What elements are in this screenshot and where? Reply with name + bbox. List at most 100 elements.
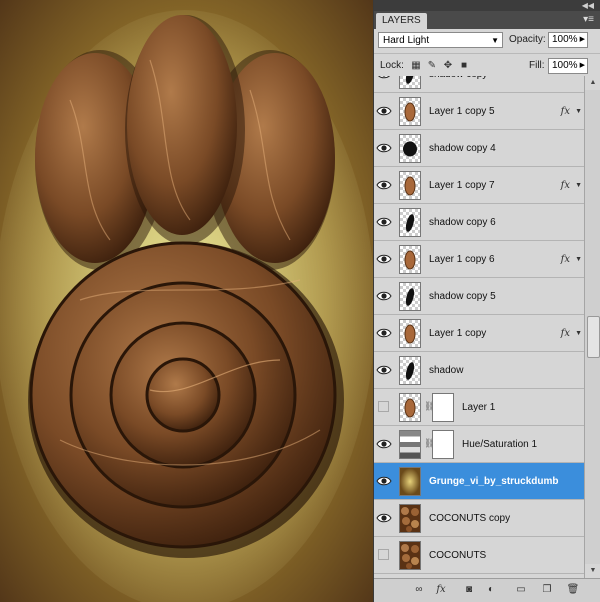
effects-expand-icon[interactable]: ▼ [575, 167, 582, 204]
effects-expand-icon[interactable]: ▼ [575, 93, 582, 130]
layer-mask-thumbnail[interactable] [432, 393, 454, 422]
layer-row[interactable]: Layer 1 copy 7 fx ▼ [374, 167, 584, 204]
eye-icon[interactable] [376, 325, 392, 341]
new-layer-icon[interactable]: ❐ [540, 583, 554, 597]
document-canvas[interactable] [0, 0, 373, 602]
layer-row[interactable]: shadow copy 6 [374, 204, 584, 241]
adjustment-icon[interactable]: ◐ [484, 583, 498, 597]
visibility-toggle[interactable] [378, 549, 389, 560]
layer-thumbnail[interactable] [399, 97, 421, 126]
eye-icon[interactable] [376, 473, 392, 489]
layer-row[interactable]: Layer 1 copy 5 fx ▼ [374, 93, 584, 130]
layer-thumbnail[interactable] [399, 134, 421, 163]
panel-footer: ∞ fx ◙ ◐ ▭ ❐ 🗑 [374, 578, 600, 602]
fx-icon[interactable]: fx [561, 93, 570, 130]
layer-thumbnail[interactable] [399, 504, 421, 533]
layer-row[interactable]: Layer 1 copy fx ▼ [374, 315, 584, 352]
fx-icon[interactable]: fx [561, 315, 570, 352]
eye-icon[interactable] [376, 288, 392, 304]
layer-name[interactable]: shadow copy 4 [429, 130, 496, 167]
layer-row[interactable]: COCONUTS copy [374, 500, 584, 537]
effects-expand-icon[interactable]: ▼ [575, 315, 582, 352]
lock-move-icon[interactable]: ✥ [442, 60, 454, 72]
link-layers-icon[interactable]: ∞ [412, 583, 426, 597]
layer-name[interactable]: Layer 1 copy 5 [429, 93, 495, 130]
fill-label: Fill: [529, 60, 545, 71]
layer-row[interactable]: shadow copy 4 [374, 130, 584, 167]
eye-icon[interactable] [376, 103, 392, 119]
eye-icon[interactable] [376, 436, 392, 452]
layer-thumbnail[interactable] [399, 356, 421, 385]
scroll-down-icon[interactable]: ▼ [585, 564, 600, 578]
layer-thumbnail[interactable] [399, 430, 421, 459]
panel-top-strip: ◀◀ [374, 0, 600, 11]
trash-icon[interactable]: 🗑 [566, 583, 580, 597]
layer-name[interactable]: Grunge_vi_by_struckdumb [429, 463, 558, 500]
layer-thumbnail[interactable] [399, 245, 421, 274]
visibility-toggle[interactable] [378, 401, 389, 412]
scrollbar-thumb[interactable] [587, 316, 600, 358]
layer-name[interactable]: COCONUTS [429, 537, 486, 574]
layer-mask-thumbnail[interactable] [432, 430, 454, 459]
layers-scrollbar[interactable]: ▲ ▼ [584, 76, 600, 578]
scroll-up-icon[interactable]: ▲ [585, 76, 600, 90]
fx-icon[interactable]: fx [434, 583, 448, 597]
opacity-value: 100% [552, 34, 578, 45]
chevron-down-icon: ▼ [491, 36, 499, 45]
eye-icon[interactable] [376, 362, 392, 378]
tab-layers[interactable]: LAYERS [376, 13, 427, 29]
blend-mode-select[interactable]: Hard Light ▼ [378, 32, 503, 48]
layer-thumbnail[interactable] [399, 319, 421, 348]
layer-thumbnail[interactable] [399, 208, 421, 237]
layer-name[interactable]: shadow [429, 352, 463, 389]
layer-thumbnail[interactable] [399, 393, 421, 422]
layer-name[interactable]: shadow copy 5 [429, 278, 496, 315]
layer-thumbnail[interactable] [399, 171, 421, 200]
eye-icon[interactable] [376, 214, 392, 230]
layer-name[interactable]: shadow copy 6 [429, 204, 496, 241]
layer-name[interactable]: Layer 1 [462, 389, 495, 426]
lock-all-icon[interactable]: ■ [458, 60, 470, 72]
opacity-label: Opacity: [509, 34, 546, 45]
layer-thumbnail[interactable] [399, 541, 421, 570]
folder-icon[interactable]: ▭ [514, 583, 528, 597]
fx-icon[interactable]: fx [561, 167, 570, 204]
layer-row[interactable]: COCONUTS [374, 537, 584, 574]
layer-name[interactable]: Hue/Saturation 1 [462, 426, 537, 463]
layer-thumbnail[interactable] [399, 76, 421, 89]
layer-row[interactable]: ⛓ Layer 1 [374, 389, 584, 426]
layer-name[interactable]: Layer 1 copy [429, 315, 486, 352]
mask-icon[interactable]: ◙ [462, 583, 476, 597]
layer-name[interactable]: Layer 1 copy 7 [429, 167, 495, 204]
layer-row[interactable]: Grunge_vi_by_struckdumb [374, 463, 584, 500]
effects-expand-icon[interactable]: ▼ [575, 241, 582, 278]
layer-name[interactable]: Layer 1 copy 6 [429, 241, 495, 278]
eye-icon[interactable] [376, 251, 392, 267]
blend-row: Hard Light ▼ Opacity: 100% ▶ [374, 29, 600, 54]
panel-tab-bar: LAYERS ▾≡ [374, 11, 600, 29]
eye-icon[interactable] [376, 510, 392, 526]
layer-thumbnail[interactable] [399, 467, 421, 496]
fill-field[interactable]: 100% ▶ [548, 58, 588, 74]
layer-row[interactable]: shadow copy [374, 76, 584, 93]
lock-transparent-icon[interactable]: ▦ [410, 60, 422, 72]
lock-paint-icon[interactable]: ✎ [426, 60, 438, 72]
fill-value: 100% [552, 60, 578, 71]
eye-icon[interactable] [376, 177, 392, 193]
lock-label: Lock: [380, 60, 404, 71]
layer-row[interactable]: shadow [374, 352, 584, 389]
panel-menu-icon[interactable]: ▾≡ [583, 14, 594, 26]
double-arrow-icon[interactable]: ◀◀ [582, 0, 594, 11]
layer-name[interactable]: shadow copy [429, 76, 487, 93]
opacity-field[interactable]: 100% ▶ [548, 32, 588, 48]
layer-name[interactable]: COCONUTS copy [429, 500, 510, 537]
artwork [0, 0, 373, 602]
eye-icon[interactable] [376, 76, 392, 82]
fx-icon[interactable]: fx [561, 241, 570, 278]
layer-thumbnail[interactable] [399, 282, 421, 311]
layer-row[interactable]: Layer 1 copy 6 fx ▼ [374, 241, 584, 278]
layers-panel: ◀◀ LAYERS ▾≡ Hard Light ▼ Opacity: 100% … [373, 0, 600, 602]
layer-row[interactable]: ⛓ Hue/Saturation 1 [374, 426, 584, 463]
eye-icon[interactable] [376, 140, 392, 156]
layer-row[interactable]: shadow copy 5 [374, 278, 584, 315]
